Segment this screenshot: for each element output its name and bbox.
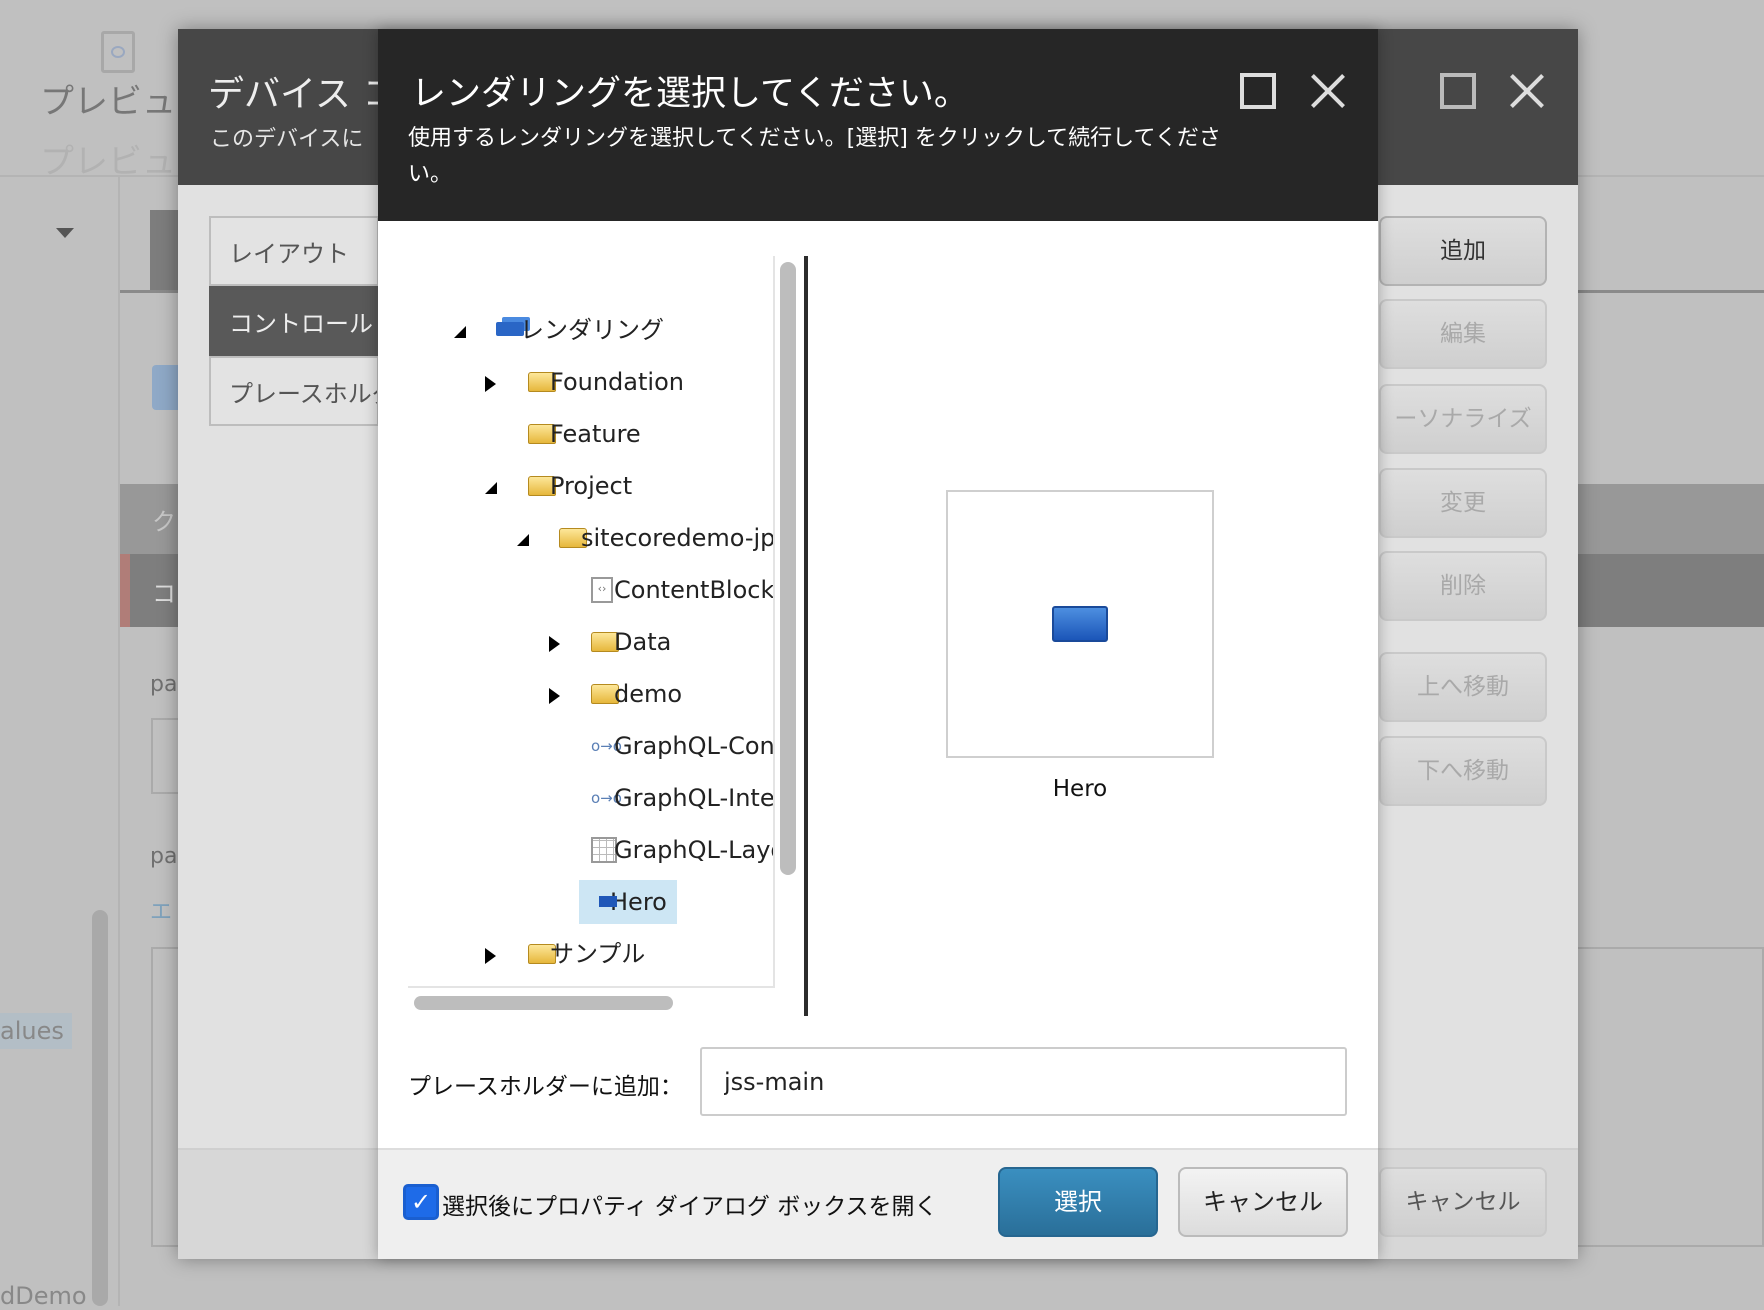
close-icon[interactable] [1310, 73, 1346, 109]
add-button[interactable]: 追加 [1379, 216, 1547, 286]
tree-item[interactable]: o→o GraphQL-Conn [408, 724, 775, 768]
tree-item-label: GraphQL-Integ [614, 784, 775, 812]
collapse-arrow-icon[interactable] [517, 534, 529, 546]
tree-item-label: Project [550, 472, 633, 500]
hero-rendering-icon [1052, 606, 1108, 642]
tree-item-label: Hero [579, 880, 677, 924]
outer-cancel-button[interactable]: キャンセル [1379, 1167, 1547, 1237]
bg-scrollbar[interactable] [92, 910, 108, 1306]
tree-item[interactable]: Foundation [408, 360, 773, 404]
collapse-arrow-icon[interactable] [454, 326, 466, 338]
rendering-preview [946, 490, 1214, 758]
open-properties-checkbox[interactable]: ✓ [403, 1184, 439, 1220]
tree-item-label: システム [546, 984, 655, 986]
tree-item-label: GraphQL-Conn [614, 732, 775, 760]
expand-arrow-icon[interactable] [485, 948, 496, 964]
outer-dialog-subtitle: このデバイスに [210, 127, 364, 152]
expand-arrow-icon[interactable] [549, 636, 560, 652]
tab-placeholders[interactable]: プレースホルダ [209, 356, 379, 426]
tree-item[interactable]: ‹› ContentBlock [408, 568, 775, 612]
tree-item-label: Foundation [550, 368, 684, 396]
collapse-arrow-icon[interactable] [485, 482, 497, 494]
tree-item[interactable]: レンダリング [408, 308, 773, 352]
preview-label: Hero [1052, 776, 1108, 802]
tree-item[interactable]: サンプル [408, 932, 773, 976]
dialog-header: レンダリングを選択してください。 使用するレンダリングを選択してください。[選択… [378, 29, 1378, 221]
tree-item-label: Feature [550, 420, 641, 448]
bg-field-label-2: pa [150, 844, 178, 869]
expand-arrow-icon[interactable] [485, 376, 496, 392]
delete-button[interactable]: 削除 [1379, 551, 1547, 621]
maximize-icon[interactable] [1240, 73, 1276, 109]
close-icon[interactable] [1509, 73, 1545, 109]
cancel-button[interactable]: キャンセル [1178, 1167, 1348, 1237]
edit-button[interactable]: 編集 [1379, 299, 1547, 369]
tree-item[interactable]: Feature [408, 412, 773, 456]
tree-item-label: demo [614, 680, 683, 708]
tree-item-label: サンプル [550, 940, 646, 968]
maximize-icon[interactable] [1440, 73, 1476, 109]
move-down-button[interactable]: 下へ移動 [1379, 736, 1547, 806]
tree-item-label: ContentBlock [614, 576, 775, 604]
bg-field-label-1: pa [150, 672, 178, 697]
tree-item[interactable]: demo [408, 672, 773, 716]
tree-horizontal-scrollbar[interactable] [414, 996, 673, 1010]
bg-section-1-label: ク [152, 508, 176, 536]
dialog-subtitle: 使用するレンダリングを選択してください。[選択] をクリックして続行してください… [408, 126, 1221, 187]
tab-controls[interactable]: コントロール [209, 286, 379, 356]
dialog-title: レンダリングを選択してください。 [411, 74, 969, 114]
bg-left-divider [118, 177, 120, 1306]
rendering-icon [599, 896, 617, 907]
tree-item-label: sitecoredemo-jp [581, 524, 775, 552]
expand-arrow-icon[interactable] [549, 688, 560, 704]
tree-item[interactable]: sitecoredemo-jp [408, 516, 775, 560]
select-button[interactable]: 選択 [998, 1167, 1158, 1237]
open-properties-label[interactable]: 選択後にプロパティ ダイアログ ボックスを開く [442, 1187, 938, 1221]
tree-item[interactable]: Project [408, 464, 773, 508]
tree-item[interactable]: Hero [408, 880, 773, 924]
bg-link[interactable]: エ [150, 894, 172, 926]
tree-item[interactable]: Data [408, 620, 773, 664]
tree-item[interactable]: システム [408, 984, 773, 986]
tree-item[interactable]: GraphQL-Layou [408, 828, 773, 872]
dialog-footer: ✓ 選択後にプロパティ ダイアログ ボックスを開く 選択 キャンセル [378, 1148, 1378, 1259]
dropdown-arrow-icon[interactable] [56, 228, 74, 238]
tree-item-label: Data [614, 628, 672, 656]
tree-vertical-scrollbar[interactable] [780, 262, 796, 875]
change-button[interactable]: 変更 [1379, 468, 1547, 538]
tree-item-label: レンダリング [520, 316, 664, 344]
personalize-button[interactable]: ーソナライズ [1379, 384, 1547, 454]
bg-section-2-label: コ [152, 580, 176, 608]
placeholder-label: プレースホルダーに追加： [408, 1074, 683, 1100]
tree-item[interactable]: o→o GraphQL-Integ [408, 776, 775, 820]
select-rendering-dialog: レンダリングを選択してください。 使用するレンダリングを選択してください。[選択… [378, 29, 1378, 1259]
placeholder-input[interactable] [700, 1047, 1347, 1116]
bg-chip: alues [0, 1013, 72, 1049]
rendering-tree: レンダリング Foundation Feature Project sitecorede… [408, 256, 808, 1016]
tree-item-label: GraphQL-Layou [614, 836, 773, 864]
move-up-button[interactable]: 上へ移動 [1379, 652, 1547, 722]
tab-layout[interactable]: レイアウト [209, 216, 379, 286]
outer-dialog-title: デバイス コ [208, 74, 399, 115]
tree-viewport: レンダリング Foundation Feature Project sitecorede… [408, 256, 775, 988]
preview-icon [101, 31, 135, 73]
